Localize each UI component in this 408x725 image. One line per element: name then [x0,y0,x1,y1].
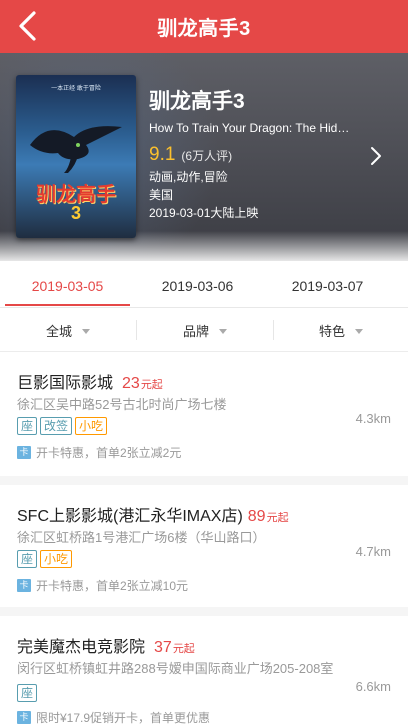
movie-poster: 一本正经 敢于冒险 驯龙高手 3 [16,75,136,238]
active-tab-indicator [5,304,130,306]
tag-seat: 座 [17,684,38,702]
top-nav-bar: 驯龙高手3 [0,0,408,53]
cinema-price-unit: 元起 [140,379,163,391]
filter-feature-label: 特色 [318,323,345,339]
tag-refund: 改签 [40,417,73,435]
promo-text: 限时¥17.9促销开卡，首单更优惠 [36,711,211,725]
cinema-promo: 卡 开卡特惠，首单2张立减10元 [17,577,188,594]
filter-district[interactable]: 全城 [0,308,136,352]
caret-down-icon [355,328,363,334]
movie-banner[interactable]: 一本正经 敢于冒险 驯龙高手 3 驯龙高手3 How To Train Your… [0,53,408,261]
cinema-tags: 座 小吃 [17,550,75,568]
cinema-item[interactable]: SFC上影影城(港汇永华IMAX店) 89 元起 徐汇区虹桥路1号港汇广场6楼（… [0,485,408,616]
cinema-address: 徐汇区虹桥路1号港汇广场6楼（华山路口） [17,530,266,545]
movie-country: 美国 [149,188,174,202]
tag-snack: 小吃 [40,550,73,568]
promo-text: 开卡特惠，首单2张立减2元 [36,446,182,460]
back-arrow-icon[interactable] [14,10,44,42]
cinema-distance: 6.6km [355,679,391,694]
cinema-name: SFC上影影城(港汇永华IMAX店) [17,508,243,525]
movie-title-cn: 驯龙高手3 [149,90,245,113]
movie-genres: 动画,动作,冒险 [149,170,228,184]
cinema-price: 23 [122,375,140,392]
cinema-name: 完美魔杰电竞影院 [17,639,146,656]
filter-feature[interactable]: 特色 [274,308,408,352]
caret-down-icon [219,328,227,334]
cinema-price: 37 [154,639,172,656]
tag-seat: 座 [17,417,38,435]
cinema-item[interactable]: 完美魔杰电竞影院 37 元起 闵行区虹桥镇虹井路288号嫒申国际商业广场205-… [0,616,408,725]
tag-snack: 小吃 [75,417,108,435]
cinema-promo: 卡 开卡特惠，首单2张立减2元 [17,444,181,461]
poster-title: 驯龙高手 [36,182,116,206]
cinema-tags: 座 [17,684,40,702]
cinema-name-row: SFC上影影城(港汇永华IMAX店) 89 元起 [17,502,289,526]
cinema-distance: 4.7km [355,544,391,559]
cinema-name-row: 巨影国际影城 23 元起 [17,369,163,393]
page-title: 驯龙高手3 [157,18,251,40]
movie-info: 驯龙高手3 How To Train Your Dragon: The Hidd… [149,89,364,222]
date-tab-3[interactable]: 2019-03-07 [265,261,390,308]
card-icon: 卡 [17,711,31,724]
cinema-price: 89 [247,508,266,525]
date-tab-1[interactable]: 2019-03-05 [5,261,130,308]
filter-brand[interactable]: 品牌 [137,308,273,352]
cinema-distance: 4.3km [355,411,391,426]
section-divider [0,607,408,616]
date-tab-2[interactable]: 2019-03-06 [135,261,260,308]
movie-votes: (6万人评) [181,149,233,163]
movie-title-en: How To Train Your Dragon: The Hidden Wor… [149,121,354,135]
section-divider [0,476,408,485]
cinema-address: 徐汇区吴中路52号古北时尚广场七楼 [17,397,227,412]
date-tabs: 2019-03-05 2019-03-06 2019-03-07 [0,261,408,308]
promo-text: 开卡特惠，首单2张立减10元 [36,579,189,593]
cinema-address: 闵行区虹桥镇虹井路288号嫒申国际商业广场205-208室 [17,661,334,676]
cinema-price-unit: 元起 [266,512,289,524]
cinema-name: 巨影国际影城 [17,375,114,392]
poster-number: 3 [70,203,81,223]
card-icon: 卡 [17,579,31,592]
movie-release: 2019-03-01大陆上映 [149,206,259,220]
caret-down-icon [82,328,90,334]
cinema-price-unit: 元起 [172,643,195,655]
filter-bar: 全城 品牌 特色 [0,308,408,352]
cinema-item[interactable]: 巨影国际影城 23 元起 徐汇区吴中路52号古北时尚广场七楼 4.3km 座 改… [0,352,408,485]
movie-rating: 9.1 (6万人评) [149,144,364,166]
cinema-tags: 座 改签 小吃 [17,417,110,435]
movie-score: 9.1 [149,144,176,165]
dragon-illustration [30,126,122,173]
card-icon: 卡 [17,446,31,459]
cinema-promo: 卡 限时¥17.9促销开卡，首单更优惠 [17,709,210,725]
filter-brand-label: 品牌 [182,323,209,339]
chevron-right-icon[interactable] [370,146,382,171]
filter-district-label: 全城 [45,323,72,339]
poster-tagline: 一本正经 敢于冒险 [51,86,101,92]
tag-seat: 座 [17,550,38,568]
cinema-name-row: 完美魔杰电竞影院 37 元起 [17,633,195,657]
